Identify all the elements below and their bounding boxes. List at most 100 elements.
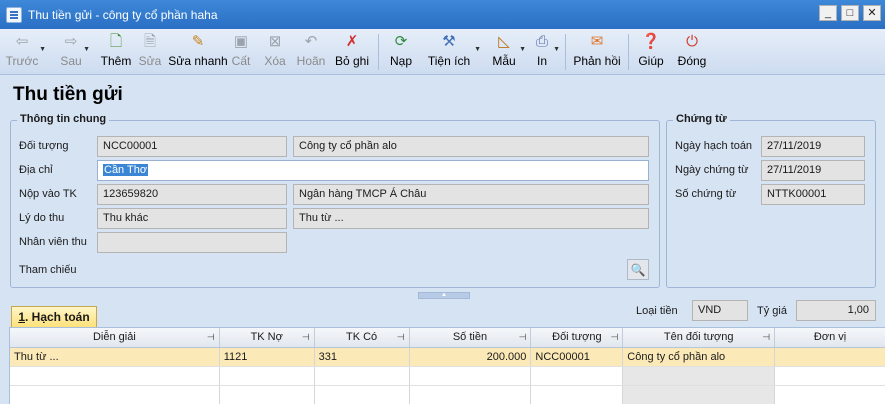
undo-icon: ↶ bbox=[304, 33, 318, 50]
tab-accounting[interactable]: 1. Hạch toán bbox=[11, 306, 97, 327]
cell-object[interactable] bbox=[531, 367, 624, 385]
cell-description[interactable] bbox=[10, 386, 220, 404]
reason-detail-field[interactable]: Thu từ ... bbox=[293, 208, 649, 229]
voucher-date-field[interactable]: 27/11/2019 bbox=[761, 160, 865, 181]
address-label: Địa chỉ bbox=[19, 164, 53, 176]
cell-debit[interactable]: 1121 bbox=[220, 348, 315, 366]
template-icon: ◺ bbox=[498, 33, 510, 50]
account-number-field[interactable]: 123659820 bbox=[97, 184, 287, 205]
cell-credit[interactable] bbox=[315, 367, 410, 385]
toolbar-separator bbox=[378, 34, 379, 70]
undo-button[interactable]: ↶ Hoãn bbox=[296, 29, 326, 75]
pin-icon[interactable]: ⊣ bbox=[302, 328, 310, 347]
close-window-button[interactable]: ✕ bbox=[863, 5, 881, 21]
cell-unit[interactable] bbox=[775, 348, 885, 366]
address-value: Cần Thơ bbox=[103, 164, 149, 176]
edit-document-icon: 🗎 bbox=[143, 33, 157, 50]
voucher-legend: Chứng từ bbox=[673, 113, 730, 125]
column-header-amount[interactable]: Số tiền ⊣ bbox=[410, 328, 532, 347]
add-document-icon: 🗋 bbox=[109, 33, 123, 50]
delete-button[interactable]: ⊠ Xóa bbox=[263, 29, 287, 75]
pin-icon[interactable]: ⊣ bbox=[762, 328, 770, 347]
deposit-account-label: Nộp vào TK bbox=[19, 188, 77, 200]
cell-credit[interactable]: 331 bbox=[315, 348, 410, 366]
save-button[interactable]: ▣ Cất bbox=[230, 29, 252, 75]
power-icon: ⏻ bbox=[686, 33, 698, 50]
reason-label: Lý do thu bbox=[19, 212, 65, 224]
table-row[interactable]: Thu từ ... 1121 331 200.000 NCC00001 Côn… bbox=[10, 348, 885, 367]
chevron-up-icon: ▲ bbox=[441, 292, 447, 298]
voucher-number-field[interactable]: NTTK00001 bbox=[761, 184, 865, 205]
pin-icon[interactable]: ⊣ bbox=[519, 328, 527, 347]
object-label: Đối tượng bbox=[19, 140, 69, 152]
unpost-button[interactable]: ✗ Bỏ ghi bbox=[334, 29, 370, 75]
toolbar-separator bbox=[628, 34, 629, 70]
reload-button[interactable]: ⟳ Nạp bbox=[389, 29, 413, 75]
column-header-debit[interactable]: TK Nợ ⊣ bbox=[220, 328, 315, 347]
help-button[interactable]: ❓ Giúp bbox=[637, 29, 665, 75]
cell-amount[interactable] bbox=[410, 367, 532, 385]
collapse-panel-handle[interactable]: ▲ bbox=[418, 292, 470, 299]
next-button[interactable]: ⇨ Sau ▼ bbox=[58, 29, 90, 75]
pin-icon[interactable]: ⊣ bbox=[397, 328, 405, 347]
search-document-icon: 🔍 bbox=[630, 262, 646, 277]
column-header-description[interactable]: Diễn giải ⊣ bbox=[10, 328, 220, 347]
close-button[interactable]: ⏻ Đóng bbox=[677, 29, 707, 75]
cell-object-name[interactable]: Công ty cổ phần alo bbox=[623, 348, 776, 366]
template-button[interactable]: ◺ Mẫu ▼ bbox=[491, 29, 526, 75]
chevron-down-icon: ▼ bbox=[553, 46, 560, 53]
page-title: Thu tiền gửi bbox=[13, 84, 123, 105]
employee-field[interactable] bbox=[97, 232, 287, 253]
currency-field[interactable]: VND bbox=[692, 300, 748, 321]
utilities-button[interactable]: ⚒ Tiện ích ▼ bbox=[427, 29, 481, 75]
column-header-object-name[interactable]: Tên đối tượng ⊣ bbox=[623, 328, 776, 347]
minimize-button[interactable]: _ bbox=[819, 5, 837, 21]
posting-date-field[interactable]: 27/11/2019 bbox=[761, 136, 865, 157]
reason-field[interactable]: Thu khác bbox=[97, 208, 287, 229]
table-row[interactable] bbox=[10, 367, 885, 386]
print-button[interactable]: ⎙ In ▼ bbox=[533, 29, 560, 75]
cell-object[interactable] bbox=[531, 386, 624, 404]
cell-credit[interactable] bbox=[315, 386, 410, 404]
exchange-rate-field[interactable]: 1,00 bbox=[796, 300, 876, 321]
cell-object-name bbox=[623, 386, 776, 404]
chevron-down-icon: ▼ bbox=[83, 46, 90, 53]
cell-description[interactable] bbox=[10, 367, 220, 385]
reference-lookup-button[interactable]: 🔍 bbox=[627, 259, 649, 280]
voucher-date-label: Ngày chứng từ bbox=[675, 164, 749, 176]
object-name-field[interactable]: Công ty cổ phần alo bbox=[293, 136, 649, 157]
cell-description[interactable]: Thu từ ... bbox=[10, 348, 220, 366]
window-titlebar: Thu tiền gửi - công ty cổ phần haha _ □ … bbox=[0, 0, 885, 29]
column-header-object[interactable]: Đối tượng ⊣ bbox=[531, 328, 624, 347]
toolbar: ⇦ Trước ▼ ⇨ Sau ▼ 🗋 Thêm 🗎 Sửa ✎ Sửa nha… bbox=[0, 29, 885, 75]
add-button[interactable]: 🗋 Thêm bbox=[100, 29, 132, 75]
pin-icon[interactable]: ⊣ bbox=[207, 328, 215, 347]
address-field[interactable]: Cần Thơ bbox=[97, 160, 649, 181]
object-code-field[interactable]: NCC00001 bbox=[97, 136, 287, 157]
back-button[interactable]: ⇦ Trước ▼ bbox=[4, 29, 46, 75]
envelope-icon: ✉ bbox=[590, 33, 604, 50]
cell-unit[interactable] bbox=[775, 367, 885, 385]
general-info-legend: Thông tin chung bbox=[17, 113, 110, 125]
chevron-down-icon: ▼ bbox=[39, 46, 46, 53]
cell-debit[interactable] bbox=[220, 367, 315, 385]
quick-edit-button[interactable]: ✎ Sửa nhanh bbox=[168, 29, 227, 75]
cell-debit[interactable] bbox=[220, 386, 315, 404]
column-header-credit[interactable]: TK Có ⊣ bbox=[315, 328, 410, 347]
toolbar-separator bbox=[565, 34, 566, 70]
column-header-unit[interactable]: Đơn vị bbox=[775, 328, 885, 347]
bank-name-field[interactable]: Ngân hàng TMCP Á Châu bbox=[293, 184, 649, 205]
cell-amount[interactable] bbox=[410, 386, 532, 404]
cell-object-name bbox=[623, 367, 776, 385]
pin-icon[interactable]: ⊣ bbox=[610, 328, 618, 347]
exchange-rate-label: Tỷ giá bbox=[757, 305, 787, 317]
cell-object[interactable]: NCC00001 bbox=[531, 348, 624, 366]
cell-amount[interactable]: 200.000 bbox=[410, 348, 532, 366]
window-title: Thu tiền gửi - công ty cổ phần haha bbox=[28, 7, 218, 22]
table-row[interactable] bbox=[10, 386, 885, 404]
edit-button[interactable]: 🗎 Sửa bbox=[138, 29, 162, 75]
maximize-button[interactable]: □ bbox=[841, 5, 859, 21]
feedback-button[interactable]: ✉ Phản hồi bbox=[573, 29, 620, 75]
cell-unit[interactable] bbox=[775, 386, 885, 404]
app-icon bbox=[6, 6, 22, 23]
